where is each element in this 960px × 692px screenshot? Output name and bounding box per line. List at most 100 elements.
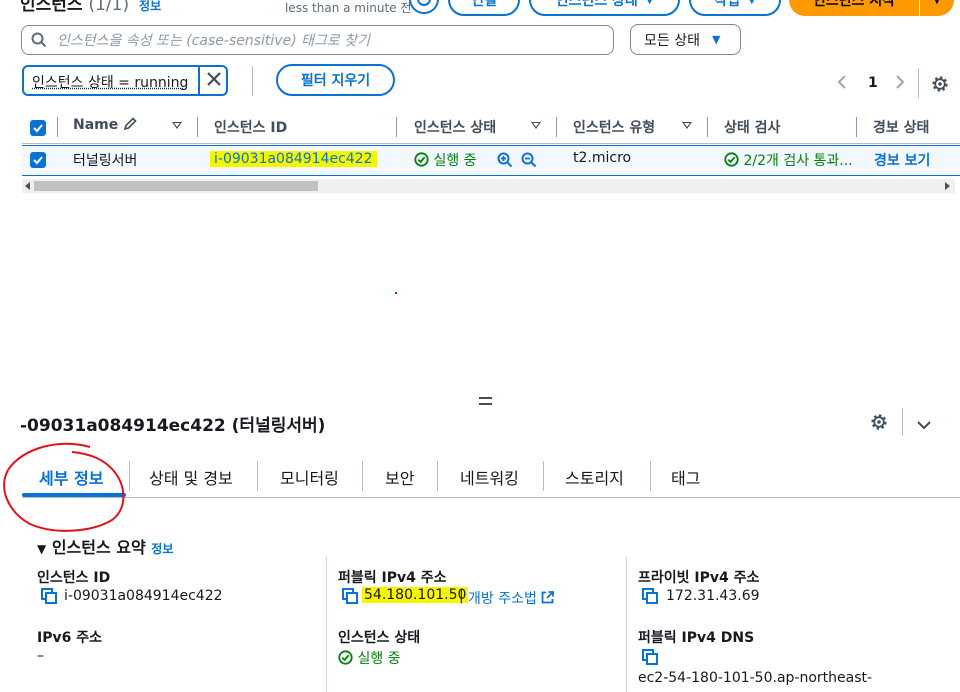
public-dns-label: 퍼블릭 IPv4 DNS — [638, 630, 755, 646]
column-header-name[interactable]: Name — [73, 117, 137, 133]
instance-id-label: 인스턴스 ID — [37, 570, 111, 586]
row-checkbox[interactable] — [30, 152, 46, 168]
current-page[interactable]: 1 — [868, 75, 878, 91]
refresh-icon — [417, 0, 431, 6]
scroll-left-arrow[interactable] — [25, 182, 30, 190]
search-placeholder: 인스턴스을 속성 또는 (case-sensitive) 태그로 찾기 — [57, 33, 370, 49]
copy-icon[interactable] — [642, 649, 658, 665]
launch-dropdown-button[interactable]: ▼ — [920, 0, 954, 16]
check-icon — [33, 124, 43, 133]
cell-instance-type: t2.micro — [573, 150, 632, 166]
filter-token-label: 인스턴스 상태 = running — [32, 75, 189, 91]
tab-status-alarms[interactable]: 상태 및 경보 — [149, 465, 233, 489]
column-header-alarm-status[interactable]: 경보 상태 — [873, 117, 929, 137]
split-panel-title: -09031a084914ec422 (터널링서버) — [20, 416, 326, 436]
column-header-instance-type[interactable]: 인스턴스 유형 — [573, 117, 655, 137]
ipv6-label: IPv6 주소 — [37, 630, 102, 646]
split-panel-divider — [902, 408, 903, 436]
actions-button[interactable]: 작업 ▼ — [689, 0, 781, 16]
caret-down-icon: ▼ — [645, 0, 654, 6]
ipv6-value: – — [37, 648, 44, 664]
status-success-icon — [724, 152, 739, 167]
external-link-icon — [541, 591, 555, 604]
zoom-out-icon[interactable] — [521, 152, 537, 172]
pipe-separator: | — [459, 588, 464, 604]
filter-token-remove-button[interactable] — [198, 65, 228, 96]
tab-tags[interactable]: 태그 — [671, 465, 700, 489]
clear-filters-button[interactable]: 필터 지우기 — [276, 64, 395, 96]
column-header-status-check[interactable]: 상태 검사 — [724, 117, 780, 137]
tab-networking[interactable]: 네트워킹 — [460, 465, 519, 489]
tab-security[interactable]: 보안 — [385, 465, 414, 489]
tab-monitoring[interactable]: 모니터링 — [280, 465, 339, 489]
cell-status-check: 2/2개 검사 통과... — [724, 150, 853, 170]
edit-icon — [123, 117, 137, 131]
red-dot — [395, 292, 397, 294]
prev-page-button[interactable] — [837, 74, 847, 94]
instance-count: (1/1) — [88, 0, 130, 15]
split-panel-collapse-button[interactable] — [916, 416, 932, 435]
instance-state-button[interactable]: 인스턴스 상태 ▼ — [529, 0, 680, 16]
zoom-in-icon[interactable] — [497, 152, 513, 172]
close-icon — [207, 72, 221, 86]
annotation-circle — [3, 442, 125, 532]
copy-icon[interactable] — [642, 588, 658, 604]
cell-instance-id[interactable]: i-09031a084914ec422 — [210, 151, 377, 167]
split-panel-settings-button[interactable] — [870, 413, 888, 435]
chevron-left-icon — [837, 75, 846, 89]
select-all-checkbox[interactable] — [30, 120, 46, 136]
filter-token[interactable]: 인스턴스 상태 = running — [22, 65, 228, 96]
table-preferences-button[interactable] — [931, 75, 949, 97]
caret-down-icon: ▼ — [37, 542, 47, 556]
column-header-instance-id[interactable]: 인스턴스 ID — [214, 117, 287, 137]
connect-button[interactable]: 연결 — [448, 0, 520, 16]
open-address-link[interactable]: 개방 주소법 — [468, 588, 555, 608]
public-dns-value: ec2-54-180-101-50.ap-northeast- — [638, 670, 873, 686]
summary-info-link[interactable]: 정보 — [151, 542, 173, 556]
filter-divider — [252, 66, 253, 96]
status-success-icon — [338, 650, 353, 665]
search-input[interactable]: 인스턴스을 속성 또는 (case-sensitive) 태그로 찾기 — [21, 25, 614, 55]
info-link[interactable]: 정보 — [139, 0, 161, 13]
last-updated: less than a minute 전 — [285, 1, 412, 15]
caret-down-icon: ▼ — [933, 0, 941, 6]
copy-icon[interactable] — [41, 588, 57, 604]
gear-icon — [871, 414, 887, 430]
cell-instance-state: 실행 중 — [414, 150, 477, 170]
refresh-button[interactable] — [409, 0, 439, 14]
tabs-underline — [22, 497, 960, 498]
instance-state-label: 인스턴스 상태 — [338, 630, 421, 646]
page-title: 인스턴스 — [20, 0, 83, 15]
column-divider — [626, 557, 627, 692]
scroll-right-arrow[interactable] — [945, 182, 950, 190]
status-success-icon — [414, 152, 429, 167]
instance-id-value: i-09031a084914ec422 — [64, 588, 223, 604]
summary-toggle[interactable]: ▼ 인스턴스 요약 정보 — [37, 534, 173, 558]
state-filter-select[interactable]: 모든 상태 ▼ — [630, 24, 741, 55]
cell-alarm-link[interactable]: 경보 보기 — [874, 150, 930, 170]
table-header-divider — [22, 143, 960, 144]
scrollbar-thumb[interactable] — [34, 181, 318, 191]
sort-icon[interactable] — [172, 122, 182, 129]
launch-instance-button[interactable]: 인스턴스 시작 — [789, 0, 919, 16]
next-page-button[interactable] — [895, 74, 905, 94]
gear-icon — [932, 76, 948, 92]
sort-icon[interactable] — [531, 122, 541, 129]
caret-down-icon: ▼ — [748, 0, 756, 6]
column-header-instance-state[interactable]: 인스턴스 상태 — [414, 117, 496, 137]
column-divider — [326, 557, 327, 692]
summary-title: 인스턴스 요약 — [51, 538, 146, 557]
private-ipv4-label: 프라이빗 IPv4 주소 — [638, 570, 760, 586]
sort-icon[interactable] — [682, 122, 692, 129]
split-panel-drag-handle[interactable] — [479, 397, 492, 405]
pagination-divider — [918, 68, 919, 98]
copy-icon[interactable] — [342, 588, 358, 604]
public-ipv4-value: 54.180.101.50 — [362, 587, 469, 603]
horizontal-scrollbar[interactable] — [22, 179, 955, 193]
chevron-right-icon — [896, 75, 905, 89]
tab-storage[interactable]: 스토리지 — [565, 465, 624, 489]
caret-down-icon: ▼ — [711, 33, 721, 46]
chevron-down-icon — [917, 421, 931, 430]
public-ipv4-label: 퍼블릭 IPv4 주소 — [338, 570, 447, 586]
cell-name: 터널링서버 — [73, 153, 138, 169]
